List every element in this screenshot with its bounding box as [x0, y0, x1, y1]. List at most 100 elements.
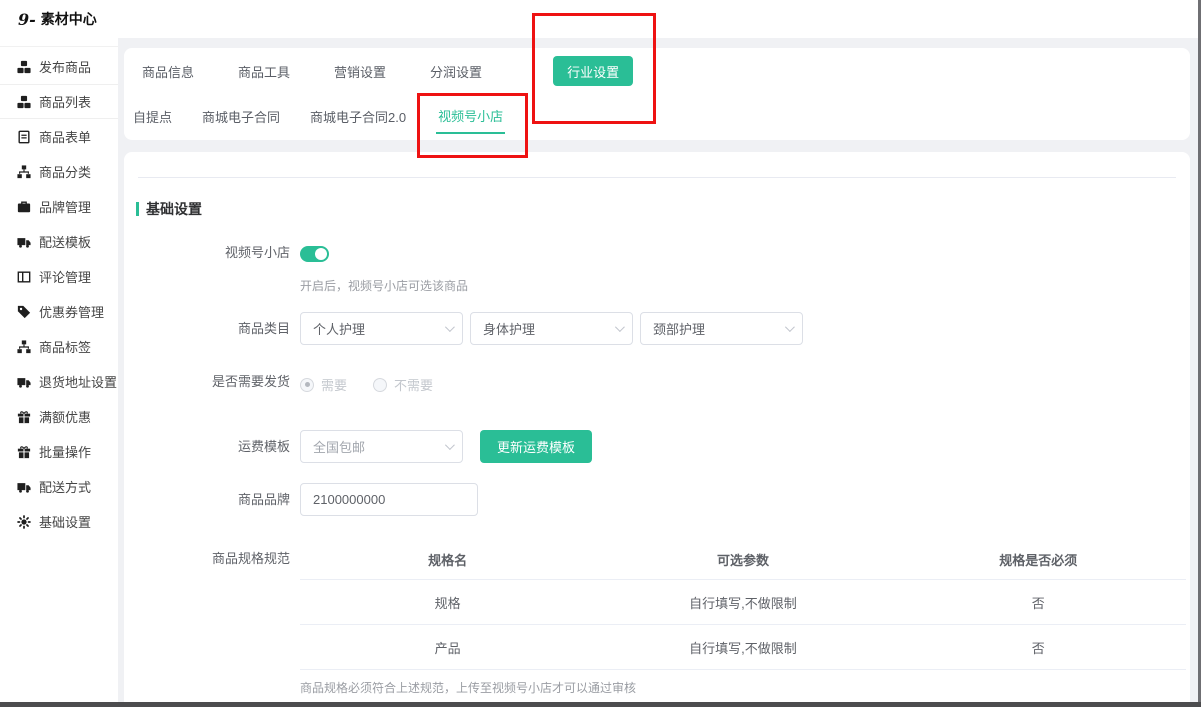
category-select-level1-value: 个人护理	[313, 319, 365, 338]
sidebar-item-label: 批量操作	[39, 442, 91, 461]
row-spec: 商品规格规范 规格名 可选参数 规格是否必须 规格 自行填写,不做限制 否 产品	[124, 539, 1190, 696]
tab-row-secondary: 自提点 商城电子合同 商城电子合同2.0 视频号小店	[124, 94, 1190, 138]
sidebar-item-goods-tags[interactable]: 商品标签	[0, 329, 118, 364]
comment-panel-icon	[17, 270, 31, 284]
sidebar-item-label: 品牌管理	[39, 197, 91, 216]
sidebar-item-label: 基础设置	[39, 512, 91, 531]
app-header: 9- 素材中心	[0, 0, 1201, 38]
spec-table-header-row: 规格名 可选参数 规格是否必须	[300, 539, 1186, 579]
window-bottom-edge	[0, 702, 1201, 707]
tabs-card: 商品信息 商品工具 营销设置 分润设置 行业设置 自提点 商城电子合同 商城电子…	[124, 48, 1190, 140]
tab-marketing-settings[interactable]: 营销设置	[334, 62, 386, 81]
card-top-divider	[138, 152, 1176, 178]
sidebar-item-goods-form[interactable]: 商品表单	[0, 119, 118, 154]
brand-label: 商品品牌	[124, 483, 300, 516]
category-select-level1[interactable]: 个人护理	[300, 312, 463, 345]
row-freight-template: 运费模板 全国包邮 更新运费模板	[124, 430, 1190, 463]
tab-mall-e-contract[interactable]: 商城电子合同	[202, 107, 280, 126]
sidebar-item-label: 商品表单	[39, 127, 91, 146]
sidebar-item-review-management[interactable]: 评论管理	[0, 259, 118, 294]
freight-template-select[interactable]: 全国包邮	[300, 430, 463, 463]
category-select-level3[interactable]: 颈部护理	[640, 312, 803, 345]
section-accent-bar	[136, 202, 139, 216]
sidebar-item-goods-list[interactable]: 商品列表	[0, 84, 118, 119]
sidebar-item-coupon-management[interactable]: 优惠券管理	[0, 294, 118, 329]
chevron-down-icon	[445, 440, 455, 450]
radio-dot-icon	[300, 378, 314, 392]
row-channels-shop: 视频号小店 开启后，视频号小店可选该商品	[124, 245, 1190, 294]
category-select-level3-value: 颈部护理	[653, 319, 705, 338]
sidebar-item-delivery-template[interactable]: 配送模板	[0, 224, 118, 259]
spec-cell-params: 自行填写,不做限制	[595, 593, 890, 612]
section-title: 基础设置	[136, 199, 1190, 219]
settings-form: 视频号小店 开启后，视频号小店可选该商品 商品类目 个人护理 身体护理 颈部护理	[124, 245, 1190, 696]
radio-dot-icon	[373, 378, 387, 392]
chevron-down-icon	[615, 322, 625, 332]
channels-shop-label: 视频号小店	[124, 245, 300, 261]
sidebar-item-label: 商品列表	[39, 92, 91, 111]
sidebar-item-label: 退货地址设置	[39, 372, 117, 391]
radio-need-shipping-yes[interactable]: 需要	[300, 375, 347, 394]
freight-template-value: 全国包邮	[313, 437, 365, 456]
sidebar-item-label: 配送模板	[39, 232, 91, 251]
channels-shop-toggle[interactable]	[300, 246, 329, 262]
spec-cell-required: 否	[891, 593, 1186, 612]
app-logo-icon: 9-	[18, 10, 36, 29]
spec-cell-name: 规格	[300, 593, 595, 612]
spec-note: 商品规格必须符合上述规范，上传至视频号小店才可以通过审核	[300, 679, 1190, 696]
truck-icon	[17, 235, 31, 249]
tag-icon	[17, 305, 31, 319]
sidebar-item-brand-management[interactable]: 品牌管理	[0, 189, 118, 224]
tab-profit-sharing-settings[interactable]: 分润设置	[430, 62, 482, 81]
tab-row-primary: 商品信息 商品工具 营销设置 分润设置 行业设置	[124, 48, 1190, 94]
sidebar-item-return-address[interactable]: 退货地址设置	[0, 364, 118, 399]
spec-cell-required: 否	[891, 638, 1186, 657]
chevron-down-icon	[445, 322, 455, 332]
tab-goods-tools[interactable]: 商品工具	[238, 62, 290, 81]
spec-label: 商品规格规范	[124, 539, 300, 579]
spec-table: 规格名 可选参数 规格是否必须 规格 自行填写,不做限制 否 产品 自行填写,不…	[300, 539, 1186, 670]
sidebar-item-label: 满额优惠	[39, 407, 91, 426]
category-select-level2[interactable]: 身体护理	[470, 312, 633, 345]
tab-pickup-point[interactable]: 自提点	[133, 107, 172, 126]
document-icon	[17, 130, 31, 144]
row-category: 商品类目 个人护理 身体护理 颈部护理	[124, 312, 1190, 345]
sidebar-item-label: 商品标签	[39, 337, 91, 356]
table-row: 产品 自行填写,不做限制 否	[300, 624, 1186, 669]
spec-col-required-header: 规格是否必须	[891, 550, 1186, 569]
section-title-text: 基础设置	[146, 199, 202, 219]
sidebar-item-full-discount[interactable]: 满额优惠	[0, 399, 118, 434]
sidebar-item-batch-operations[interactable]: 批量操作	[0, 434, 118, 469]
update-freight-template-button[interactable]: 更新运费模板	[480, 430, 592, 463]
sidebar-item-publish-goods[interactable]: 发布商品	[0, 49, 118, 84]
sidebar-item-goods-category[interactable]: 商品分类	[0, 154, 118, 189]
sidebar-item-basic-settings[interactable]: 基础设置	[0, 504, 118, 539]
truck-icon	[17, 375, 31, 389]
tab-industry-settings-button[interactable]: 行业设置	[553, 56, 633, 86]
tab-channels-shop[interactable]: 视频号小店	[436, 106, 505, 134]
spec-col-name-header: 规格名	[300, 550, 595, 569]
brand-input[interactable]	[300, 483, 478, 516]
channels-shop-helper: 开启后，视频号小店可选该商品	[300, 277, 1190, 294]
sidebar: 发布商品 商品列表 商品表单 商品分类 品牌管理 配送模板 评论管理 优惠券管	[0, 38, 118, 702]
sidebar-item-delivery-method[interactable]: 配送方式	[0, 469, 118, 504]
tab-mall-e-contract-2[interactable]: 商城电子合同2.0	[310, 107, 406, 126]
app-title: 素材中心	[41, 9, 97, 29]
table-row: 规格 自行填写,不做限制 否	[300, 579, 1186, 624]
form-card: 基础设置 视频号小店 开启后，视频号小店可选该商品 商品类目 个人护理 身体护理	[124, 152, 1190, 702]
sidebar-item-label: 优惠券管理	[39, 302, 104, 321]
sidebar-nav: 发布商品 商品列表 商品表单 商品分类 品牌管理 配送模板 评论管理 优惠券管	[0, 46, 118, 539]
row-brand: 商品品牌	[124, 483, 1190, 516]
spec-table-bottom-border	[300, 669, 1186, 670]
briefcase-icon	[17, 200, 31, 214]
sidebar-item-label: 评论管理	[39, 267, 91, 286]
gift-icon	[17, 410, 31, 424]
sidebar-item-label: 发布商品	[39, 57, 91, 76]
gift-icon	[17, 445, 31, 459]
spec-cell-params: 自行填写,不做限制	[595, 638, 890, 657]
tab-goods-info[interactable]: 商品信息	[142, 62, 194, 81]
row-need-shipping: 是否需要发货 需要 不需要	[124, 374, 1190, 394]
radio-need-shipping-no[interactable]: 不需要	[373, 375, 433, 394]
sidebar-item-label: 配送方式	[39, 477, 91, 496]
need-shipping-label: 是否需要发货	[124, 374, 300, 390]
